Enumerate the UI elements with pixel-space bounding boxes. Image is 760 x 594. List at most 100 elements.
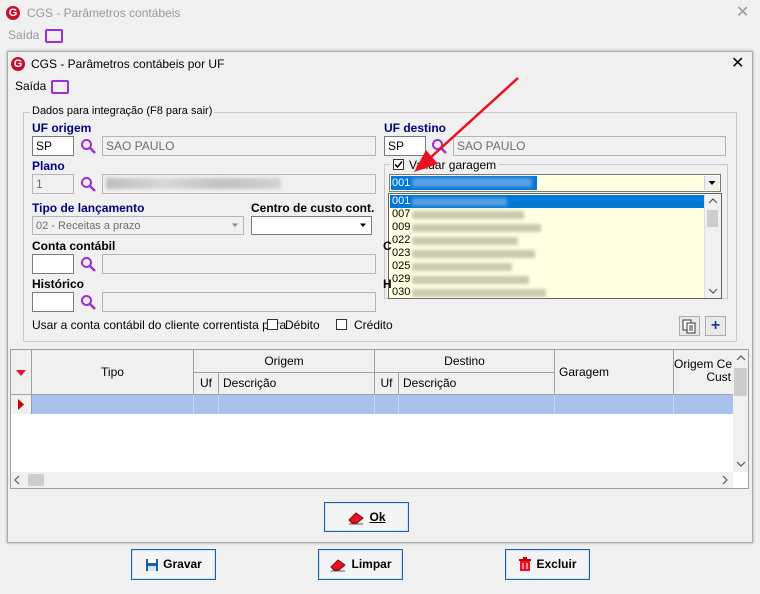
outer-window-title: CGS - Parâmetros contábeis [27, 6, 181, 20]
sort-down-icon [16, 370, 26, 376]
chevron-down-icon [232, 223, 238, 227]
ok-button[interactable]: Ok [324, 502, 409, 532]
monitor-icon [45, 29, 63, 43]
search-icon[interactable] [80, 176, 96, 192]
annotation-arrow-icon [414, 77, 519, 172]
credito-label: Crédito [354, 318, 393, 332]
dropdown-item-code: 007 [392, 208, 411, 220]
grid-row-indicator[interactable] [11, 395, 32, 414]
historico-name [102, 292, 376, 312]
dropdown-item-blurred-name [412, 276, 529, 284]
dropdown-item[interactable]: 022 [390, 234, 706, 247]
grid-vertical-scrollbar[interactable] [733, 350, 748, 472]
dropdown-item-blurred-name [412, 263, 512, 271]
garagem-dropdown-list: 001 007 009 022 023 025 029 030 [388, 193, 722, 299]
inner-monitor-icon [51, 80, 69, 94]
historico-right-label: H [383, 277, 392, 291]
trash-icon [519, 557, 532, 572]
chevron-down-icon[interactable] [708, 288, 718, 294]
limpar-label: Limpar [351, 557, 392, 571]
grid-header-origem[interactable]: Origem [194, 350, 375, 373]
dropdown-item[interactable]: 030 [390, 286, 706, 299]
save-icon [146, 558, 159, 571]
dropdown-item[interactable]: 001 [390, 195, 706, 208]
conta-right-label: C [383, 239, 392, 253]
conta-contabil-label: Conta contábil [32, 239, 116, 253]
dropdown-scroll-thumb[interactable] [707, 210, 718, 227]
dropdown-item-code: 025 [392, 260, 411, 272]
grid-subheader-descricao[interactable]: Descrição [399, 373, 555, 395]
conta-contabil-input[interactable] [32, 254, 74, 274]
dropdown-item-code: 029 [392, 273, 411, 285]
uf-origem-name: SAO PAULO [102, 136, 376, 156]
dropdown-item-code: 023 [392, 247, 411, 259]
app-logo-icon: G [6, 6, 20, 20]
limpar-button[interactable]: Limpar [318, 549, 403, 580]
dropdown-item-code: 001 [392, 195, 411, 207]
uf-origem-input[interactable]: SP [32, 136, 74, 156]
dropdown-item[interactable]: 007 [390, 208, 706, 221]
search-icon[interactable] [80, 256, 96, 272]
grid-header-tipo[interactable]: Tipo [32, 350, 194, 395]
dropdown-item-code: 030 [392, 286, 411, 298]
search-icon[interactable] [80, 294, 96, 310]
eraser-icon [348, 512, 365, 525]
copy-button[interactable] [679, 316, 700, 336]
grid-header-origem-centro-custo[interactable]: Origem Ce Cust [674, 350, 734, 395]
outer-menu-saida[interactable]: Saída [8, 28, 39, 42]
grid-subheader-uf[interactable]: Uf [194, 373, 219, 395]
usar-conta-text: Usar a conta contábil do cliente corrent… [32, 318, 287, 332]
chevron-down-icon [360, 223, 366, 227]
dropdown-item-blurred-name [412, 211, 524, 219]
chevron-up-icon[interactable] [708, 198, 718, 204]
row-pointer-icon [18, 399, 24, 410]
excluir-button[interactable]: Excluir [505, 549, 590, 580]
tipo-lancamento-label: Tipo de lançamento [32, 201, 145, 215]
chevron-left-icon[interactable] [14, 475, 20, 485]
grid-vscroll-thumb[interactable] [734, 368, 747, 396]
grid-header-garagem[interactable]: Garagem [555, 350, 674, 395]
inner-menu-saida[interactable]: Saída [15, 79, 46, 93]
tipo-lancamento-value: 02 - Receitas a prazo [36, 220, 141, 232]
grid-subheader-uf[interactable]: Uf [375, 373, 399, 395]
dropdown-item-code: 009 [392, 221, 411, 233]
plano-label: Plano [32, 159, 65, 173]
table-row[interactable] [32, 395, 734, 414]
outer-close-button[interactable]: ✕ [736, 5, 749, 21]
credito-checkbox[interactable] [336, 319, 347, 330]
gravar-button[interactable]: Gravar [131, 549, 216, 580]
dropdown-item[interactable]: 023 [390, 247, 706, 260]
centro-custo-select[interactable] [251, 216, 372, 235]
dropdown-scrollbar[interactable] [704, 194, 721, 298]
conta-contabil-name [102, 254, 376, 274]
centro-custo-label: Centro de custo cont. [251, 201, 375, 215]
debito-checkbox[interactable] [267, 319, 278, 330]
dropdown-item-code: 022 [392, 234, 411, 246]
dropdown-item-blurred-name [412, 198, 507, 206]
inner-close-button[interactable]: ✕ [731, 56, 744, 72]
dropdown-item-blurred-name [412, 250, 535, 258]
tipo-lancamento-select[interactable]: 02 - Receitas a prazo [32, 216, 244, 235]
plano-input[interactable]: 1 [32, 174, 74, 194]
gravar-label: Gravar [163, 557, 202, 571]
dropdown-item[interactable]: 009 [390, 221, 706, 234]
grid-horizontal-scrollbar[interactable] [11, 472, 733, 488]
inner-logo-icon: G [11, 57, 25, 71]
chevron-right-icon[interactable] [722, 475, 728, 485]
dropdown-item-blurred-name [412, 237, 518, 245]
chevron-down-icon[interactable] [736, 461, 746, 467]
inner-window-title: CGS - Parâmetros contábeis por UF [31, 57, 225, 71]
historico-input[interactable] [32, 292, 74, 312]
chevron-up-icon[interactable] [736, 355, 746, 361]
combo-arrow-button[interactable] [704, 176, 719, 190]
grid-hscroll-thumb[interactable] [28, 474, 44, 486]
historico-label: Histórico [32, 277, 85, 291]
add-button[interactable]: + [705, 316, 726, 336]
excluir-label: Excluir [536, 557, 577, 571]
dropdown-item-blurred-name [412, 289, 546, 297]
dropdown-item[interactable]: 029 [390, 273, 706, 286]
search-icon[interactable] [80, 138, 96, 154]
grid-subheader-descricao[interactable]: Descrição [219, 373, 375, 395]
dropdown-item[interactable]: 025 [390, 260, 706, 273]
grid-header-destino[interactable]: Destino [375, 350, 555, 373]
